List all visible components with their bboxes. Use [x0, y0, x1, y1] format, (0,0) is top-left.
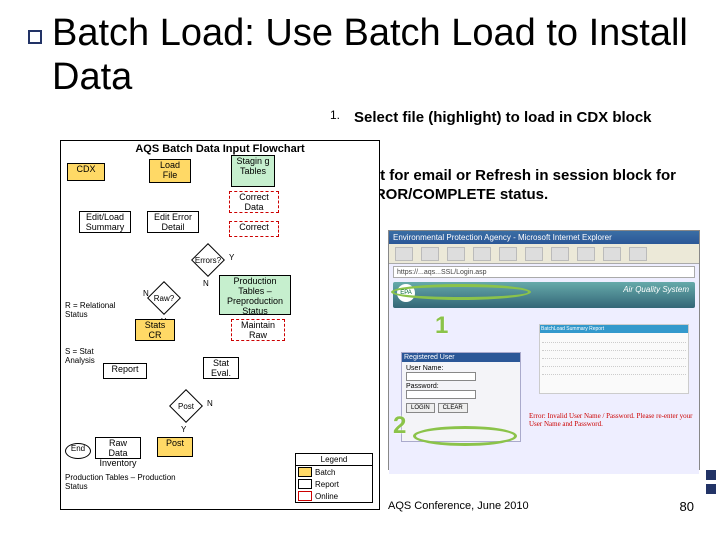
favorites-icon[interactable] [551, 247, 569, 261]
window-title: Environmental Protection Agency - Micros… [389, 231, 699, 244]
flowchart: AQS Batch Data Input Flowchart CDX Load … [60, 140, 380, 510]
pass-label: Password: [406, 383, 516, 390]
legend-batch-swatch [298, 467, 312, 477]
login-button[interactable]: LOGIN [406, 403, 435, 413]
marker-1-label: 1 [435, 312, 448, 340]
legend-report-swatch [298, 479, 312, 489]
step-text [354, 140, 700, 154]
marker-2-oval [413, 426, 517, 446]
login-header: Registered User [402, 353, 520, 362]
error-message: Error: Invalid User Name / Password. Ple… [529, 412, 699, 428]
legend-online-swatch [298, 491, 312, 501]
fc-report: Report [103, 363, 147, 379]
summary-header: BatchLoad Summary Report [540, 325, 688, 333]
legend-online: Online [315, 492, 338, 501]
legend-title: Legend [296, 454, 372, 466]
step-1: 1. Select file (highlight) to load in CD… [330, 108, 700, 128]
banner-text: Air Quality System [623, 285, 689, 294]
address-bar[interactable]: https://...aqs...SSL/Login.asp [393, 266, 695, 278]
fc-prod-status: Production Tables – Production Status [65, 473, 195, 491]
title-bullet [28, 30, 42, 44]
marker-1-oval [391, 284, 531, 300]
history-icon[interactable] [577, 247, 595, 261]
fc-n3: N [207, 399, 213, 408]
flowchart-title: AQS Batch Data Input Flowchart [61, 141, 379, 157]
fc-correct: Correct [229, 221, 279, 237]
fc-production: Production Tables – Preproduction Status [219, 275, 291, 315]
deco-square-icon [706, 470, 716, 480]
fc-load-file: Load File [149, 159, 191, 183]
fc-n: N [203, 279, 209, 288]
step-3: 3. Wait for email or Refresh in session … [330, 166, 700, 205]
step-num: 1. [330, 108, 354, 128]
fc-raw-inv: Raw Data Inventory [95, 437, 141, 459]
fc-end: End [65, 443, 91, 459]
back-icon[interactable] [395, 247, 413, 261]
fc-cdx: CDX [67, 163, 105, 181]
fc-r-label: R = Relational Status [65, 301, 121, 319]
mail-icon[interactable] [603, 247, 621, 261]
fc-post-diamond: Post [169, 389, 203, 423]
legend-report: Report [315, 480, 339, 489]
fc-edit-summary: Edit/Load Summary [79, 211, 131, 233]
fc-raw-diamond: Raw? [147, 281, 181, 315]
user-label: User Name: [406, 365, 516, 372]
footer-note: AQS Conference, June 2010 [388, 500, 529, 512]
fc-errors-diamond: Errors? [191, 243, 225, 277]
fc-post2: Post [157, 437, 193, 457]
stop-icon[interactable] [447, 247, 465, 261]
username-input[interactable] [406, 372, 476, 381]
fc-y3: Y [181, 425, 186, 434]
fc-stat-eval: Stat Eval. [203, 357, 239, 379]
fc-edit-detail: Edit Error Detail [147, 211, 199, 233]
search-icon[interactable] [525, 247, 543, 261]
fc-stats-cr: Stats CR [135, 319, 175, 341]
step-text: Wait for email or Refresh in session blo… [354, 166, 700, 205]
deco-square-icon [706, 484, 716, 494]
steps-list: 1. Select file (highlight) to load in CD… [330, 108, 700, 217]
fc-y: Y [229, 253, 234, 262]
browser-screenshot: Environmental Protection Agency - Micros… [388, 230, 700, 470]
page-number: 80 [680, 499, 694, 514]
marker-2-label: 2 [393, 412, 406, 440]
step-2: 2. [330, 140, 700, 154]
browser-toolbar [389, 244, 699, 264]
refresh-icon[interactable] [473, 247, 491, 261]
forward-icon[interactable] [421, 247, 439, 261]
legend-batch: Batch [315, 468, 335, 477]
slide-title: Batch Load: Use Batch Load to Install Da… [52, 12, 692, 99]
print-icon[interactable] [629, 247, 647, 261]
fc-n2: N [143, 289, 149, 298]
step-text: Select file (highlight) to load in CDX b… [354, 108, 700, 128]
fc-staging: Stagin g Tables [231, 155, 275, 187]
summary-table: BatchLoad Summary Report [539, 324, 689, 394]
fc-maintain-raw: Maintain Raw [231, 319, 285, 341]
password-input[interactable] [406, 390, 476, 399]
fc-correct-data: Correct Data [229, 191, 279, 213]
fc-legend: Legend Batch Report Online [295, 453, 373, 503]
home-icon[interactable] [499, 247, 517, 261]
clear-button[interactable]: CLEAR [438, 403, 468, 413]
